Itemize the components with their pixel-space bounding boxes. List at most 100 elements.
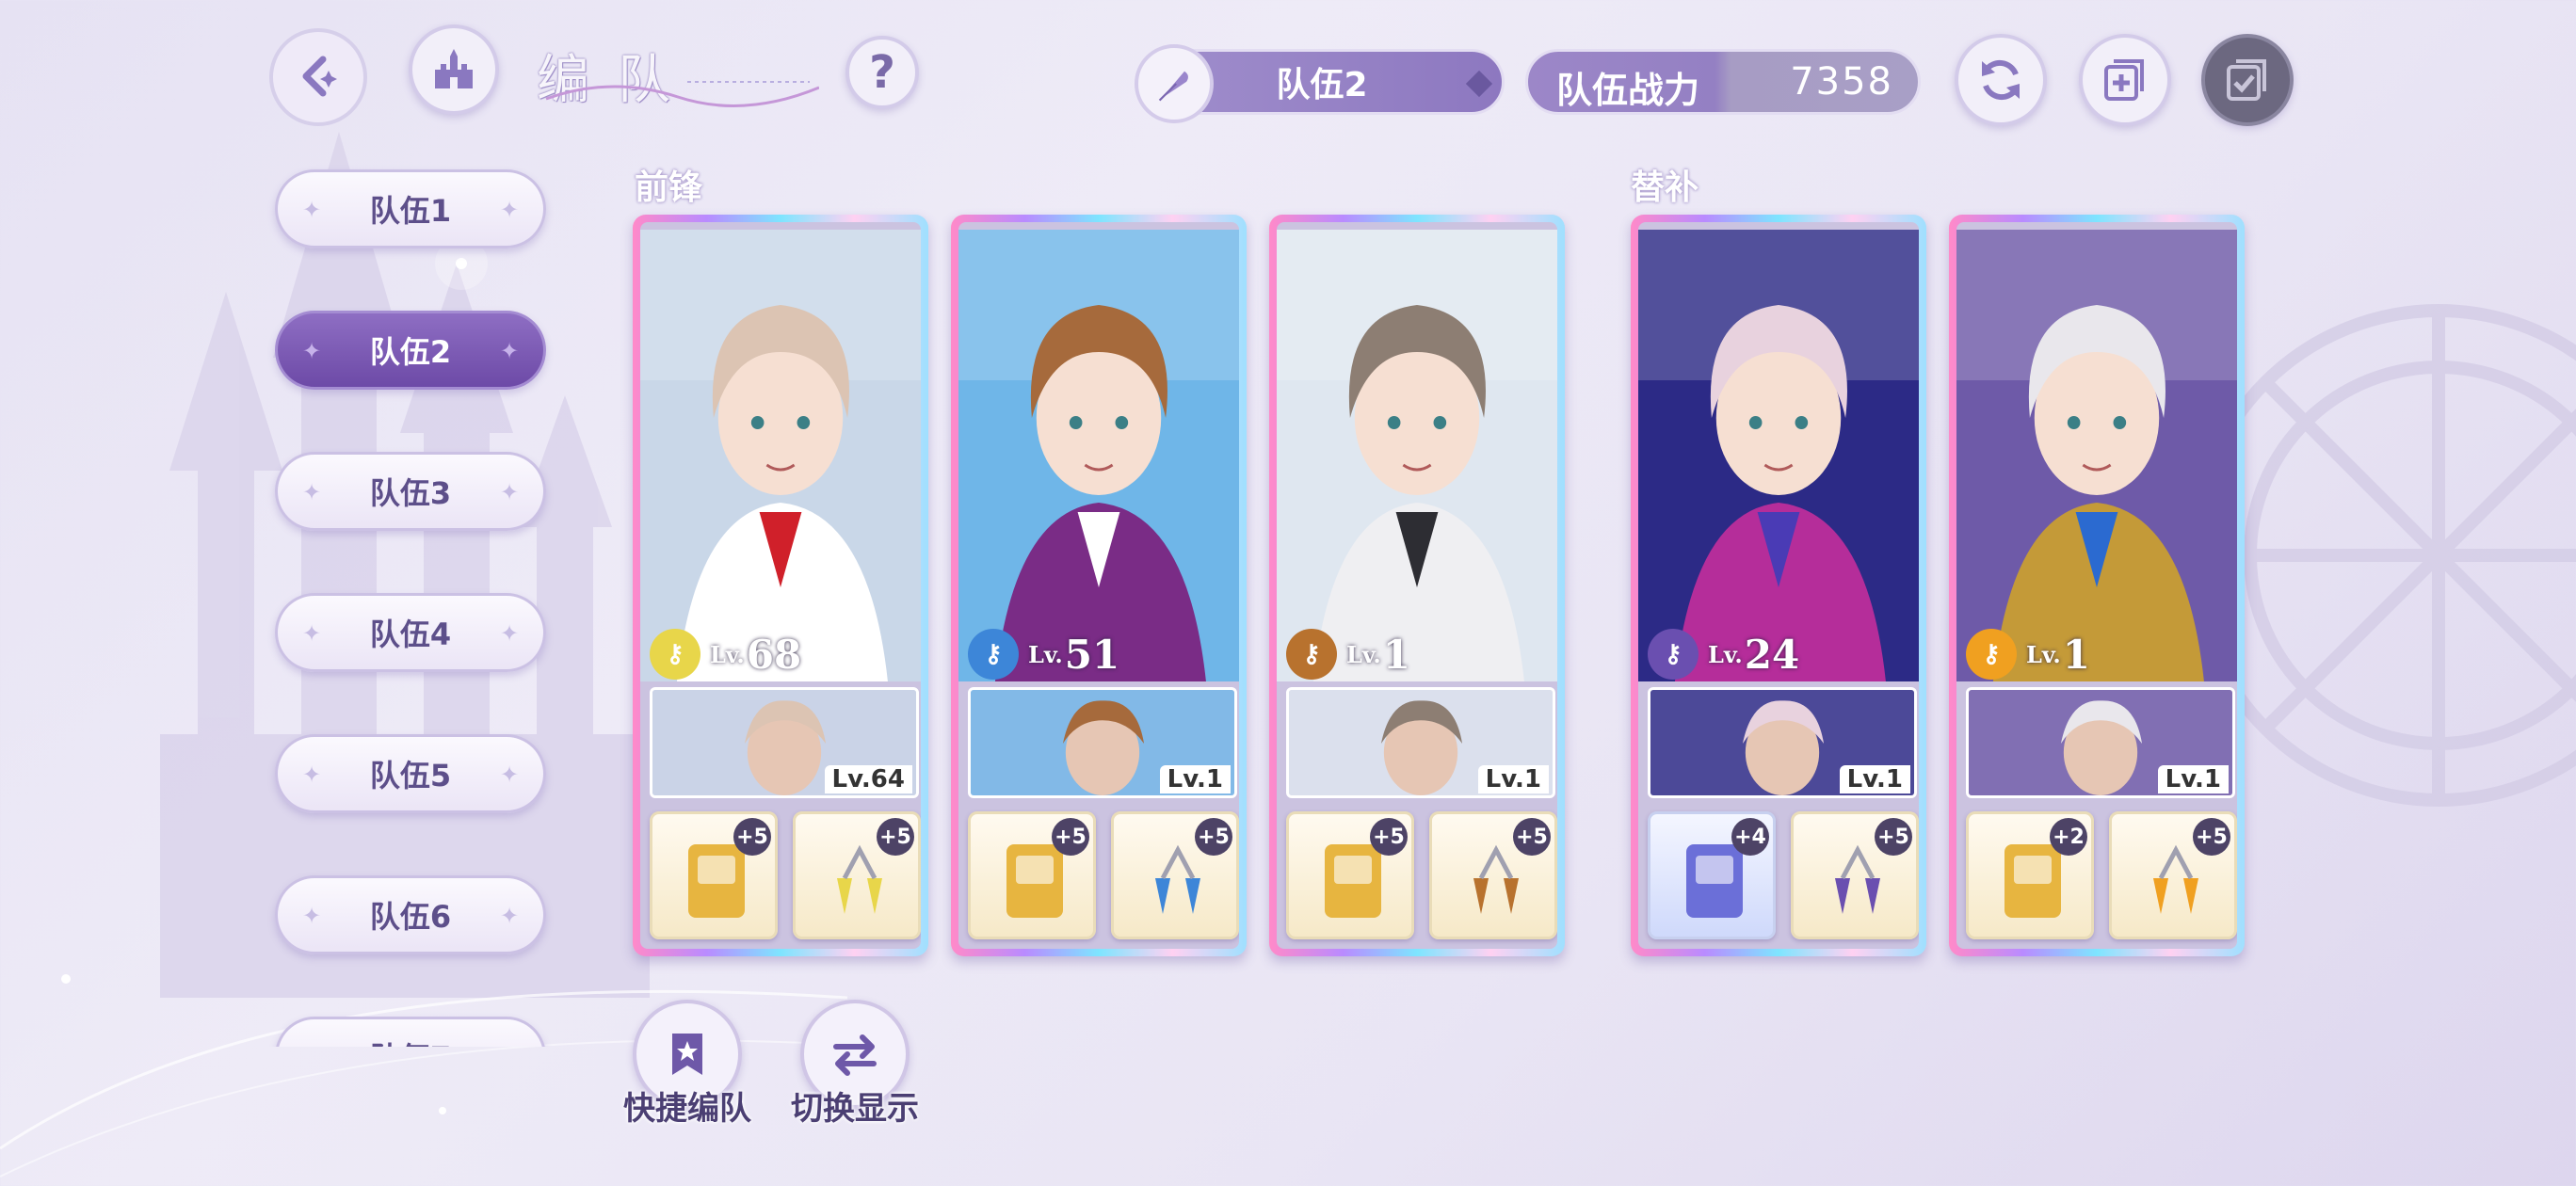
star-icon: ✦ [500,479,520,505]
star-icon: ✦ [302,338,322,364]
level-value: 24 [1744,631,1800,678]
question-icon: ? [869,46,895,99]
character-card[interactable]: ⚷ Lv. 51 Lv.1 +5 +5 [951,215,1247,956]
character-card[interactable]: ⚷ Lv. 24 Lv.1 +4 +5 [1631,215,1926,956]
equipment-slot-2[interactable]: +5 [1429,811,1557,939]
partner-slot[interactable]: Lv.1 [1286,687,1555,798]
star-icon: ✦ [302,479,322,505]
enhance-level: +5 [2193,818,2230,856]
power-label: 队伍战力 [1556,70,1700,111]
character-level: ⚷ Lv. 24 [1648,627,1799,681]
star-icon: ✦ [302,761,322,788]
team-power-display: 队伍战力 7358 [1525,49,1921,115]
star-icon: ✦ [500,338,520,364]
equipment-slot-1[interactable]: +4 [1648,811,1776,939]
home-button[interactable] [409,24,499,115]
back-button[interactable] [266,24,369,128]
level-prefix: Lv. [2026,640,2061,668]
team-tab-label: 队伍5 [369,758,452,793]
enhance-level: +5 [1513,818,1551,856]
team-tab-label: 队伍1 [369,193,452,229]
enhance-level: +5 [1370,818,1408,856]
attribute-key-icon: ⚷ [1966,629,2017,680]
partner-level: Lv.64 [824,765,912,793]
check-copy-icon [2227,59,2266,101]
refresh-button[interactable] [1955,34,2047,126]
equipment-slot-1[interactable]: +5 [650,811,778,939]
swap-arrows-icon [833,1034,877,1076]
switch-display-label: 切换显示 [791,1090,919,1128]
partner-level: Lv.1 [1477,765,1549,793]
help-button[interactable]: ? [845,36,919,109]
team-tab-2[interactable]: ✦ 队伍2 ✦ [275,311,546,390]
team-list[interactable]: ✦ 队伍1 ✦ ✦ 队伍2 ✦ ✦ 队伍3 ✦ ✦ 队伍4 ✦ ✦ 队伍5 ✦ ✦ 队伍6 ✦ ✦队伍7✦ [264,160,565,1047]
character-level: ⚷ Lv. 1 [1286,627,1410,681]
equipment-slot-2[interactable]: +5 [1111,811,1239,939]
character-level: ⚷ Lv. 51 [968,627,1119,681]
feather-icon [1135,44,1214,123]
partner-slot[interactable]: Lv.64 [650,687,919,798]
team-selector[interactable]: 队伍2 [1135,44,1505,123]
add-copy-icon [2104,59,2144,101]
attribute-key-icon: ⚷ [650,629,700,680]
team-tab-3[interactable]: ✦ 队伍3 ✦ [275,452,546,531]
enhance-level: +2 [2050,818,2087,856]
character-portrait [1277,230,1557,681]
enhance-level: +5 [1052,818,1089,856]
enhance-level: +5 [733,818,771,856]
team-tab-1[interactable]: ✦ 队伍1 ✦ [275,169,546,248]
level-prefix: Lv. [1028,640,1063,668]
character-portrait [1638,230,1919,681]
partner-slot[interactable]: Lv.1 [968,687,1237,798]
level-prefix: Lv. [1708,640,1743,668]
equipment-slot-1[interactable]: +2 [1966,811,2094,939]
equipment-slot-2[interactable]: +5 [2109,811,2237,939]
dropdown-diamond-icon [1465,70,1493,98]
partner-level: Lv.1 [2157,765,2229,793]
partner-slot[interactable]: Lv.1 [1648,687,1917,798]
level-value: 51 [1064,631,1120,678]
team-tab-7[interactable]: ✦队伍7✦ [275,1017,546,1047]
enhance-level: +4 [1731,818,1769,856]
enhance-level: +5 [1195,818,1232,856]
back-arrow-icon [302,56,337,97]
partner-slot[interactable]: Lv.1 [1966,687,2235,798]
character-card[interactable]: ⚷ Lv. 68 Lv.64 +5 +5 [633,215,928,956]
team-tab-label: 队伍7 [370,1034,451,1047]
equipment-slot-1[interactable]: +5 [968,811,1096,939]
character-portrait [640,230,921,681]
title-flourish [545,81,819,107]
attribute-key-icon: ⚷ [1648,629,1699,680]
team-tab-6[interactable]: ✦ 队伍6 ✦ [275,875,546,954]
level-value: 68 [746,631,802,678]
team-tab-5[interactable]: ✦ 队伍5 ✦ [275,734,546,813]
star-icon: ✦ [500,761,520,788]
power-value: 7358 [1790,60,1893,104]
partner-level: Lv.1 [1159,765,1231,793]
star-icon: ✦ [302,620,322,647]
confirm-button[interactable] [2201,34,2294,126]
star-icon: ✦ [500,620,520,647]
character-level: ⚷ Lv. 68 [650,627,801,681]
equipment-slot-2[interactable]: +5 [793,811,921,939]
character-card[interactable]: ⚷ Lv. 1 Lv.1 +2 +5 [1949,215,2245,956]
character-card[interactable]: ⚷ Lv. 1 Lv.1 +5 +5 [1269,215,1565,956]
add-team-button[interactable] [2079,34,2171,126]
equipment-slot-1[interactable]: +5 [1286,811,1414,939]
equipment-slot-2[interactable]: +5 [1791,811,1919,939]
star-icon: ✦ [500,903,520,929]
level-prefix: Lv. [1346,640,1381,668]
bookmark-star-icon [672,1034,702,1075]
character-portrait [1956,230,2237,681]
team-tab-label: 队伍2 [369,334,452,370]
sub-section-label: 替补 [1631,168,1699,207]
star-icon: ✦ [302,197,322,223]
team-tab-4[interactable]: ✦ 队伍4 ✦ [275,593,546,672]
team-tab-label: 队伍4 [369,617,452,652]
castle-icon [435,49,473,88]
team-tab-label: 队伍3 [369,475,452,511]
level-prefix: Lv. [710,640,745,668]
front-section-label: 前锋 [635,168,703,207]
attribute-key-icon: ⚷ [1286,629,1337,680]
star-icon: ✦ [302,903,322,929]
